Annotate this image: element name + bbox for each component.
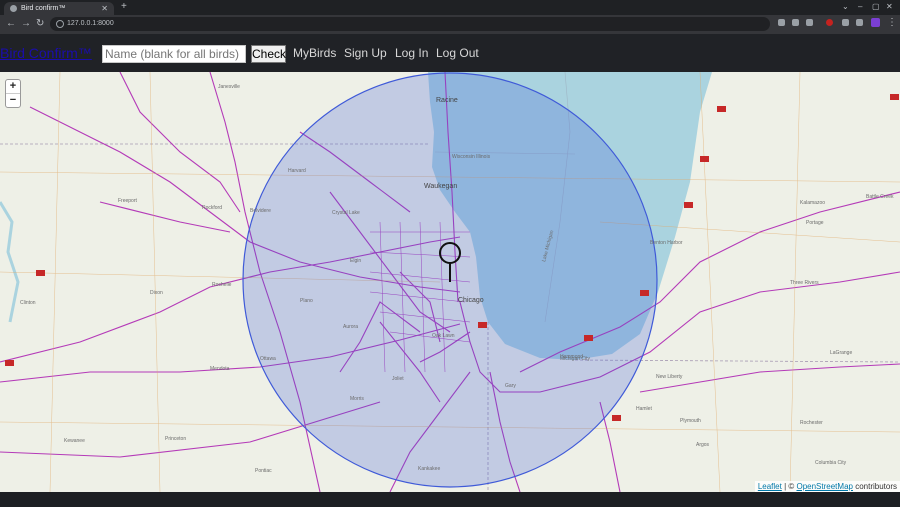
attribution-tail: contributors bbox=[852, 482, 897, 491]
svg-text:Argos: Argos bbox=[696, 442, 710, 448]
globe-icon bbox=[10, 5, 17, 12]
puzzle-icon[interactable] bbox=[842, 19, 849, 26]
svg-text:Hammond: Hammond bbox=[560, 354, 583, 360]
site-navbar: Bird Confirm™ Check MyBirds Sign Up Log … bbox=[0, 34, 900, 72]
reload-button[interactable]: ↻ bbox=[36, 18, 44, 30]
svg-text:Janesville: Janesville bbox=[218, 84, 240, 90]
svg-text:Racine: Racine bbox=[436, 97, 458, 104]
osm-link[interactable]: OpenStreetMap bbox=[796, 482, 852, 491]
svg-text:LaGrange: LaGrange bbox=[830, 350, 852, 356]
close-window-button[interactable]: ✕ bbox=[886, 1, 893, 13]
share-icon[interactable] bbox=[792, 19, 799, 26]
svg-text:Plymouth: Plymouth bbox=[680, 418, 701, 424]
svg-text:Morris: Morris bbox=[350, 396, 364, 402]
new-tab-button[interactable]: + bbox=[121, 1, 127, 13]
svg-text:Benton Harbor: Benton Harbor bbox=[650, 240, 683, 246]
url-text: 127.0.0.1:8000 bbox=[67, 20, 114, 27]
svg-text:Oak Lawn: Oak Lawn bbox=[432, 333, 455, 339]
nav-mybirds-link[interactable]: MyBirds bbox=[293, 46, 336, 60]
nav-signup-link[interactable]: Sign Up bbox=[344, 46, 387, 60]
site-info-icon[interactable] bbox=[56, 20, 64, 28]
map-container[interactable]: Racine Waukegan Chicago Janesville Rockf… bbox=[0, 72, 900, 492]
svg-text:Harvard: Harvard bbox=[288, 168, 306, 174]
svg-text:Rockford: Rockford bbox=[202, 205, 222, 211]
svg-text:Mendota: Mendota bbox=[210, 366, 230, 372]
svg-text:Portage: Portage bbox=[806, 220, 824, 226]
svg-text:Dixon: Dixon bbox=[150, 290, 163, 296]
svg-text:Kewanee: Kewanee bbox=[64, 438, 85, 444]
attribution-separator: | © bbox=[781, 482, 797, 491]
svg-text:Chicago: Chicago bbox=[458, 297, 484, 304]
svg-text:Crystal Lake: Crystal Lake bbox=[332, 210, 360, 216]
svg-text:Pontiac: Pontiac bbox=[255, 468, 272, 474]
page-footer bbox=[0, 492, 900, 507]
svg-text:Rochelle: Rochelle bbox=[212, 282, 232, 288]
svg-text:Waukegan: Waukegan bbox=[424, 183, 457, 190]
svg-text:Elgin: Elgin bbox=[350, 258, 361, 264]
back-button[interactable]: ← bbox=[6, 18, 16, 30]
svg-text:Hamlet: Hamlet bbox=[636, 406, 652, 412]
svg-text:Rochester: Rochester bbox=[800, 420, 823, 426]
forward-button[interactable]: → bbox=[21, 18, 31, 30]
menu-icon[interactable]: ⋮ bbox=[887, 17, 897, 29]
browser-tab[interactable]: Bird confirm™ ✕ bbox=[4, 2, 114, 15]
map-canvas[interactable]: Racine Waukegan Chicago Janesville Rockf… bbox=[0, 72, 900, 492]
svg-text:Plano: Plano bbox=[300, 298, 313, 304]
svg-text:New Liberty: New Liberty bbox=[656, 374, 683, 380]
svg-text:Three Rivers: Three Rivers bbox=[790, 280, 819, 286]
map-attribution: Leaflet | © OpenStreetMap contributors bbox=[754, 481, 900, 492]
svg-text:Battle Creek: Battle Creek bbox=[866, 194, 894, 200]
svg-text:Gary: Gary bbox=[505, 383, 516, 389]
svg-text:Aurora: Aurora bbox=[343, 324, 358, 330]
nav-logout-link[interactable]: Log Out bbox=[436, 46, 479, 60]
svg-text:Belvidere: Belvidere bbox=[250, 208, 271, 214]
svg-text:Princeton: Princeton bbox=[165, 436, 186, 442]
svg-text:Kalamazoo: Kalamazoo bbox=[800, 200, 825, 206]
svg-text:Clinton: Clinton bbox=[20, 300, 36, 306]
browser-toolbar: ← → ↻ 127.0.0.1:8000 ⋮ bbox=[0, 15, 900, 34]
nav-login-link[interactable]: Log In bbox=[395, 46, 428, 60]
tab-search-icon[interactable]: ⌄ bbox=[842, 1, 849, 13]
svg-text:Kankakee: Kankakee bbox=[418, 466, 440, 472]
extension-icon[interactable] bbox=[826, 19, 833, 26]
river bbox=[0, 201, 20, 323]
brand-link[interactable]: Bird Confirm™ bbox=[0, 45, 92, 61]
check-button[interactable]: Check bbox=[251, 45, 286, 63]
sidebar-icon[interactable] bbox=[856, 19, 863, 26]
browser-tab-bar: Bird confirm™ ✕ + ⌄ – ▢ ✕ bbox=[0, 0, 900, 15]
svg-text:Columbia City: Columbia City bbox=[815, 460, 847, 466]
address-bar[interactable]: 127.0.0.1:8000 bbox=[50, 17, 770, 31]
zoom-in-button[interactable]: + bbox=[6, 80, 20, 93]
close-tab-icon[interactable]: ✕ bbox=[101, 2, 108, 15]
profile-icon[interactable] bbox=[871, 18, 880, 27]
minimize-button[interactable]: – bbox=[858, 1, 862, 13]
zoom-control: + − bbox=[5, 79, 21, 108]
tab-title: Bird confirm™ bbox=[21, 5, 66, 12]
star-icon[interactable] bbox=[806, 19, 813, 26]
zoom-out-button[interactable]: − bbox=[6, 93, 20, 107]
svg-text:Wisconsin Illinois: Wisconsin Illinois bbox=[452, 154, 491, 160]
maximize-button[interactable]: ▢ bbox=[872, 1, 880, 13]
leaflet-link[interactable]: Leaflet bbox=[758, 482, 782, 491]
bird-name-input[interactable] bbox=[102, 45, 246, 63]
svg-text:Joliet: Joliet bbox=[392, 376, 404, 382]
svg-text:Ottawa: Ottawa bbox=[260, 356, 276, 362]
location-icon[interactable] bbox=[778, 19, 785, 26]
svg-text:Freeport: Freeport bbox=[118, 198, 138, 204]
